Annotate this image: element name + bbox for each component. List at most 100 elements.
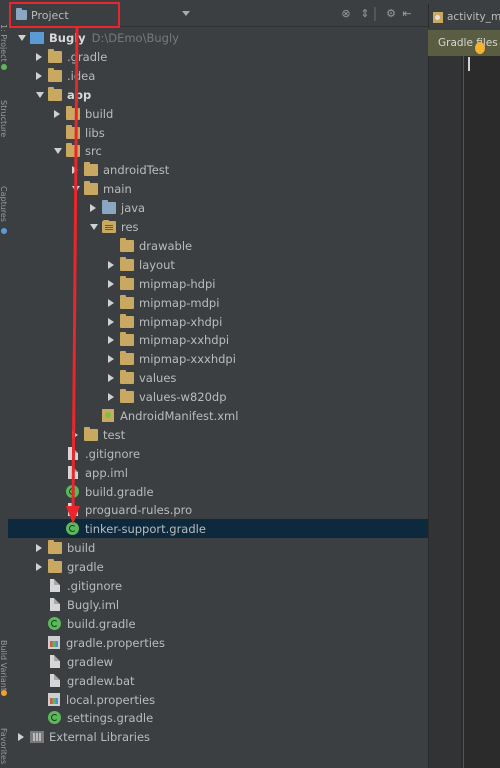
- tree-row-label: build: [85, 106, 114, 121]
- collapsed-arrow-icon[interactable]: [108, 317, 114, 326]
- folder-icon: [120, 331, 134, 346]
- tree-row[interactable]: app: [8, 85, 428, 104]
- tree-row[interactable]: main: [8, 179, 428, 198]
- collapsed-arrow-icon[interactable]: [18, 732, 24, 741]
- settings-gear-icon[interactable]: ⚙: [384, 7, 398, 21]
- folder-icon: [120, 237, 134, 252]
- resource-folder-icon: [102, 219, 116, 233]
- text-caret: [468, 57, 470, 71]
- tree-row[interactable]: app.iml: [8, 463, 428, 482]
- expanded-arrow-icon[interactable]: [72, 185, 80, 192]
- tree-row[interactable]: mipmap-xhdpi: [8, 312, 428, 331]
- tree-row-label: mipmap-mdpi: [139, 295, 220, 310]
- file-icon: [50, 598, 60, 611]
- gradle-sync-banner[interactable]: Gradle files: [428, 30, 500, 56]
- tree-row[interactable]: gradlew.bat: [8, 671, 428, 690]
- tree-row[interactable]: .gitignore: [8, 444, 428, 463]
- tree-row-label: .gitignore: [85, 446, 141, 461]
- structure-tool-tab[interactable]: Structure: [0, 100, 8, 137]
- collapsed-arrow-icon[interactable]: [36, 543, 42, 552]
- collapsed-arrow-icon[interactable]: [108, 335, 114, 344]
- collapsed-arrow-icon[interactable]: [54, 109, 60, 118]
- expanded-arrow-icon[interactable]: [54, 147, 62, 154]
- tree-row[interactable]: mipmap-xxxhdpi: [8, 349, 428, 368]
- tree-row[interactable]: Bugly D:\DEmo\Bugly: [8, 28, 428, 47]
- tree-row[interactable]: tinker-support.gradle: [8, 519, 428, 538]
- collapsed-arrow-icon[interactable]: [72, 430, 78, 439]
- tree-row[interactable]: test: [8, 425, 428, 444]
- tree-row-label: .idea: [67, 68, 96, 83]
- collapsed-arrow-icon[interactable]: [36, 71, 42, 80]
- tree-row[interactable]: drawable: [8, 236, 428, 255]
- tree-row-label: .gradle: [67, 49, 108, 64]
- tree-row[interactable]: mipmap-xxhdpi: [8, 330, 428, 349]
- source-folder-icon: [102, 199, 116, 214]
- tree-row-label: app.iml: [85, 465, 128, 480]
- collapsed-arrow-icon[interactable]: [108, 392, 114, 401]
- tree-row[interactable]: External Libraries: [8, 727, 428, 746]
- editor-tab-bar: activity_m: [428, 4, 500, 28]
- collapsed-arrow-icon[interactable]: [72, 165, 78, 174]
- tree-row-label: mipmap-xxxhdpi: [139, 351, 236, 366]
- tree-row[interactable]: .idea: [8, 66, 428, 85]
- tree-row[interactable]: AndroidManifest.xml: [8, 406, 428, 425]
- tree-row[interactable]: androidTest: [8, 160, 428, 179]
- tree-row[interactable]: proguard-rules.pro: [8, 500, 428, 519]
- folder-icon: [66, 142, 80, 157]
- collapsed-arrow-icon[interactable]: [36, 52, 42, 61]
- tree-row-label: test: [103, 427, 126, 442]
- tree-row[interactable]: src: [8, 141, 428, 160]
- tree-row[interactable]: mipmap-hdpi: [8, 274, 428, 293]
- expanded-arrow-icon[interactable]: [90, 223, 98, 230]
- tree-row[interactable]: build.gradle: [8, 482, 428, 501]
- tree-row[interactable]: Bugly.iml: [8, 595, 428, 614]
- tree-row-label: androidTest: [103, 162, 170, 177]
- tree-row[interactable]: build: [8, 104, 428, 123]
- tree-row-label: mipmap-xxhdpi: [139, 332, 230, 347]
- folder-icon: [66, 105, 80, 120]
- collapse-all-icon[interactable]: ⇕: [358, 7, 372, 21]
- tree-row[interactable]: build: [8, 538, 428, 557]
- tree-row[interactable]: values: [8, 368, 428, 387]
- tree-row[interactable]: java: [8, 198, 428, 217]
- tree-row[interactable]: gradle: [8, 557, 428, 576]
- tree-row[interactable]: layout: [8, 255, 428, 274]
- project-tool-tab[interactable]: 1: Project: [0, 24, 8, 62]
- file-icon: [50, 655, 60, 668]
- collapsed-arrow-icon[interactable]: [36, 562, 42, 571]
- collapsed-arrow-icon[interactable]: [108, 298, 114, 307]
- tree-row-label: mipmap-hdpi: [139, 276, 216, 291]
- folder-icon: [84, 161, 98, 176]
- tree-row[interactable]: build.gradle: [8, 614, 428, 633]
- editor-tab[interactable]: activity_m: [433, 7, 500, 27]
- tree-row-label: gradle.properties: [66, 635, 165, 650]
- tree-row[interactable]: settings.gradle: [8, 708, 428, 727]
- expanded-arrow-icon[interactable]: [18, 34, 26, 41]
- tree-row-label: build.gradle: [67, 616, 136, 631]
- tree-row-label: values-w820dp: [139, 389, 227, 404]
- library-icon: [30, 730, 44, 743]
- tree-row[interactable]: gradle.properties: [8, 633, 428, 652]
- tree-row[interactable]: mipmap-mdpi: [8, 293, 428, 312]
- tree-row[interactable]: .gradle: [8, 47, 428, 66]
- hide-panel-icon[interactable]: ⇤: [400, 7, 414, 21]
- tree-row-label: tinker-support.gradle: [85, 521, 206, 536]
- captures-tool-tab[interactable]: Captures: [0, 186, 8, 222]
- collapsed-arrow-icon[interactable]: [108, 373, 114, 382]
- collapsed-arrow-icon[interactable]: [108, 279, 114, 288]
- collapsed-arrow-icon[interactable]: [108, 354, 114, 363]
- tree-row[interactable]: res: [8, 217, 428, 236]
- tree-row[interactable]: libs: [8, 123, 428, 142]
- tree-row[interactable]: .gitignore: [8, 576, 428, 595]
- tree-row[interactable]: gradlew: [8, 652, 428, 671]
- favorites-tool-tab[interactable]: Favorites: [0, 728, 8, 764]
- scroll-from-source-icon[interactable]: ⊗: [339, 7, 353, 21]
- expanded-arrow-icon[interactable]: [36, 91, 44, 98]
- project-panel: Project ⊗ ⇕ ⚙ ⇤ Bugly D:\DEmo\Bugly .gradl…: [8, 0, 428, 768]
- collapsed-arrow-icon[interactable]: [108, 260, 114, 269]
- tree-row[interactable]: local.properties: [8, 690, 428, 709]
- tree-row[interactable]: values-w820dp: [8, 387, 428, 406]
- collapsed-arrow-icon[interactable]: [90, 203, 96, 212]
- build-variants-tool-tab[interactable]: Build Variants: [0, 640, 8, 695]
- dropdown-arrow-icon[interactable]: [182, 11, 190, 16]
